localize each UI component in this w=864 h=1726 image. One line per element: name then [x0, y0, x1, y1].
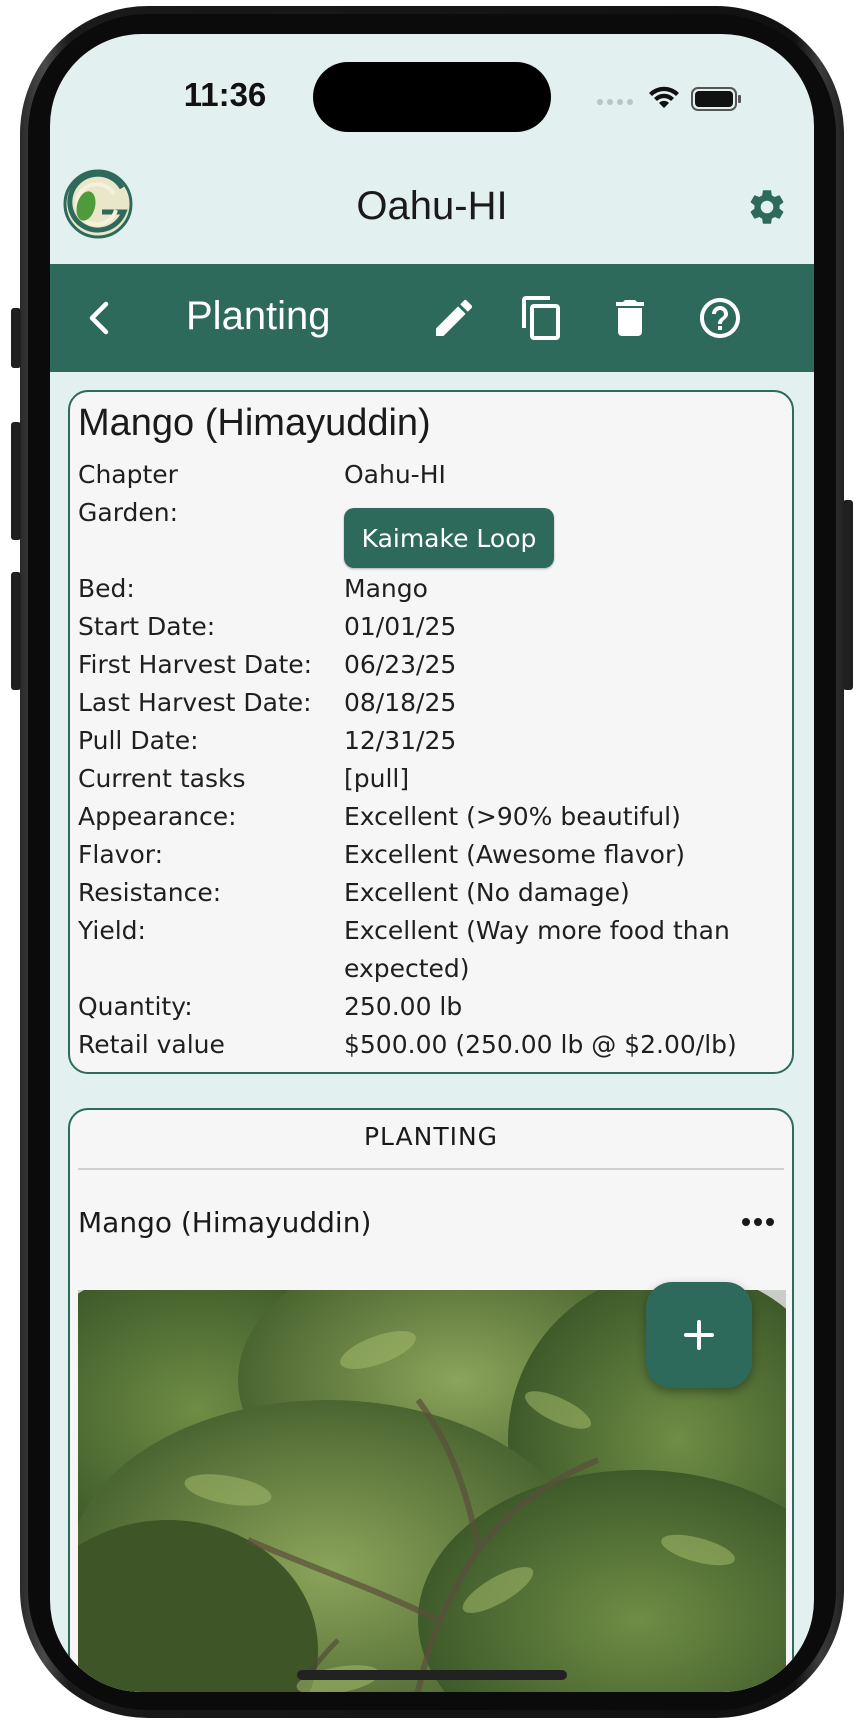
gear-icon[interactable] [746, 186, 788, 228]
app-title: Oahu-HI [356, 184, 508, 228]
detail-value: Excellent (Way more food than expected) [344, 916, 730, 983]
action-button [11, 308, 21, 368]
detail-value: Mango [344, 574, 428, 603]
planting-photo-card: PLANTING Mango (Himayuddin) [68, 1108, 794, 1692]
power-button [843, 500, 853, 690]
detail-label: Last Harvest Date: [78, 688, 312, 717]
detail-value: 250.00 lb [344, 992, 463, 1021]
detail-label: Garden: [78, 498, 179, 527]
add-button[interactable] [646, 1282, 752, 1388]
detail-label: Appearance: [78, 802, 237, 831]
photo-item-title: Mango (Himayuddin) [78, 1206, 372, 1239]
detail-label: Resistance: [78, 878, 222, 907]
detail-value: 12/31/25 [344, 726, 457, 755]
detail-label: Quantity: [78, 992, 193, 1021]
detail-value: 01/01/25 [344, 612, 457, 641]
detail-value: Excellent (No damage) [344, 878, 630, 907]
detail-label: Retail value [78, 1030, 225, 1059]
toolbar-title: Planting [186, 294, 331, 338]
detail-label: Current tasks [78, 764, 246, 793]
wifi-icon [649, 86, 679, 108]
trash-icon[interactable] [606, 294, 654, 342]
volume-down-button [11, 572, 21, 690]
detail-value: $500.00 (250.00 lb @ $2.00/lb) [344, 1030, 737, 1059]
planting-details-card: Mango (Himayuddin) Chapter Oahu-HI Garde… [68, 390, 794, 1074]
app-screen: 11:36 Oahu-HI Planting Mango (Himayuddin… [50, 34, 814, 1692]
detail-value: 08/18/25 [344, 688, 457, 717]
signal-dots-icon [597, 99, 633, 105]
garden-link-button[interactable]: Kaimake Loop [344, 508, 554, 568]
section-divider [78, 1168, 784, 1170]
section-heading: PLANTING [363, 1122, 499, 1151]
detail-label: Bed: [78, 574, 135, 603]
detail-value: Excellent (Awesome flavor) [344, 840, 686, 869]
toolbar: Planting [50, 264, 814, 372]
help-circle-icon[interactable] [696, 294, 744, 342]
detail-label: Yield: [78, 916, 146, 945]
detail-label: Chapter [78, 460, 178, 489]
detail-value: Oahu-HI [344, 460, 446, 489]
more-horizontal-icon[interactable] [740, 1216, 776, 1228]
detail-value: 06/23/25 [344, 650, 457, 679]
pencil-icon[interactable] [430, 294, 478, 342]
copy-icon[interactable] [518, 294, 566, 342]
detail-label: First Harvest Date: [78, 650, 313, 679]
chevron-left-icon[interactable] [76, 294, 124, 342]
home-indicator[interactable] [297, 1670, 567, 1680]
status-icons [597, 86, 741, 111]
status-time: 11:36 [183, 76, 267, 113]
detail-label: Flavor: [78, 840, 163, 869]
planting-title: Mango (Himayuddin) [78, 402, 431, 444]
detail-label: Start Date: [78, 612, 216, 641]
volume-up-button [11, 422, 21, 540]
dynamic-island [313, 62, 551, 132]
detail-value: [pull] [344, 764, 410, 793]
battery-icon [691, 87, 741, 111]
detail-label: Pull Date: [78, 726, 199, 755]
plus-icon [684, 1320, 714, 1350]
detail-value: Excellent (>90% beautiful) [344, 802, 681, 831]
